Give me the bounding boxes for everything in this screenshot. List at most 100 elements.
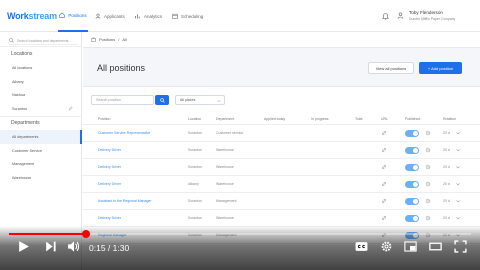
row-position-link[interactable]: Delivery Driver — [98, 216, 121, 220]
table-row[interactable]: Delivery Driver Scranton Warehouse 20 d — [83, 142, 480, 159]
published-toggle[interactable] — [405, 181, 419, 188]
breadcrumb-current: All — [122, 37, 127, 42]
user-icon[interactable] — [397, 12, 404, 19]
edit-icon[interactable] — [68, 106, 73, 111]
published-toggle[interactable] — [405, 198, 419, 205]
miniplayer-icon[interactable] — [404, 240, 417, 253]
video-progress-bar[interactable] — [9, 230, 471, 238]
volume-icon[interactable] — [67, 240, 80, 253]
row-location: Scranton — [188, 216, 203, 220]
header-published[interactable]: Published — [405, 117, 420, 121]
chevron-down-icon[interactable] — [455, 130, 461, 136]
tab-scheduling-label: Scheduling — [181, 13, 204, 19]
header-position[interactable]: Position — [98, 117, 110, 121]
toggle-knob — [413, 165, 418, 170]
row-location: Albany — [188, 182, 199, 186]
header-department[interactable]: Department — [216, 117, 234, 121]
table-row[interactable]: Delivery Driver Scranton Warehouse 20 d — [83, 210, 480, 227]
header-total[interactable]: Total — [355, 117, 362, 121]
row-position-link[interactable]: Customer Service Representative — [98, 131, 150, 135]
page-title: All positions — [97, 63, 146, 73]
tab-analytics[interactable]: Analytics — [135, 0, 162, 32]
view-all-positions-button[interactable]: View all positions — [368, 62, 414, 74]
bell-icon[interactable] — [382, 12, 389, 20]
gear-icon[interactable] — [425, 147, 431, 153]
search-button[interactable] — [155, 95, 169, 105]
chevron-down-icon[interactable] — [455, 164, 461, 170]
row-location: Scranton — [188, 199, 203, 203]
sidebar-search-input[interactable]: Search locations and departments — [8, 37, 78, 45]
sidebar-item-management[interactable]: Management — [12, 162, 34, 166]
person-icon — [95, 13, 101, 19]
tab-positions[interactable]: Positions — [58, 0, 88, 32]
tab-scheduling[interactable]: Scheduling — [172, 0, 203, 32]
position-search-input[interactable]: Search position — [91, 95, 154, 105]
row-rotation: 20 d — [443, 182, 450, 186]
row-position-link[interactable]: Delivery Driver — [98, 165, 121, 169]
link-icon[interactable] — [381, 181, 387, 187]
chevron-down-icon[interactable] — [455, 215, 461, 221]
link-icon[interactable] — [381, 130, 387, 136]
row-department: Warehouse — [216, 216, 234, 220]
header-url[interactable]: URL — [381, 117, 388, 121]
table-row[interactable]: Delivery Driver Albany Warehouse 20 d — [83, 176, 480, 193]
gear-icon[interactable] — [425, 130, 431, 136]
theater-mode-icon[interactable] — [429, 240, 442, 253]
sidebar-item-all-departments[interactable]: All departments — [12, 135, 38, 139]
row-rotation: 20 d — [443, 148, 450, 152]
row-position-link[interactable]: Delivery Driver — [98, 148, 121, 152]
user-name[interactable]: Toby Flenderson — [409, 10, 443, 15]
header-location[interactable]: Location — [188, 117, 201, 121]
gear-icon[interactable] — [425, 181, 431, 187]
location-filter-value: All places — [180, 98, 196, 102]
link-icon[interactable] — [381, 164, 387, 170]
sidebar-item-nashua[interactable]: Nashua — [12, 93, 25, 97]
row-rotation: 20 d — [443, 216, 450, 220]
header-in-progress[interactable]: In progress — [311, 117, 329, 121]
published-toggle[interactable] — [405, 130, 419, 137]
add-position-button[interactable]: + Add position — [419, 62, 462, 74]
link-icon[interactable] — [381, 147, 387, 153]
gear-icon[interactable] — [425, 164, 431, 170]
briefcase-icon — [91, 37, 96, 42]
table-row[interactable]: Customer Service Representative Scranton C… — [83, 125, 480, 142]
published-toggle[interactable] — [405, 164, 419, 171]
header-rotation[interactable]: Rotation — [443, 117, 456, 121]
captions-icon[interactable] — [355, 240, 368, 253]
row-rotation: 20 d — [443, 199, 450, 203]
toggle-knob — [413, 148, 418, 153]
link-icon[interactable] — [381, 215, 387, 221]
header-applied-today[interactable]: Applied today — [264, 117, 285, 121]
sidebar-item-scranton[interactable]: Scranton — [12, 107, 27, 111]
fullscreen-icon[interactable] — [454, 240, 467, 253]
chevron-down-icon[interactable] — [455, 147, 461, 153]
sidebar-item-albany[interactable]: Albany — [12, 80, 24, 84]
row-position-link[interactable]: Delivery Driver — [98, 182, 121, 186]
table-row[interactable]: Delivery Driver Scranton Warehouse 20 d — [83, 159, 480, 176]
chevron-down-icon[interactable] — [455, 198, 461, 204]
sidebar-item-warehouse[interactable]: Warehouse — [12, 176, 31, 180]
published-toggle[interactable] — [405, 215, 419, 222]
position-search-placeholder: Search position — [96, 98, 121, 102]
sidebar-item-all-locations[interactable]: All locations — [12, 66, 32, 70]
row-location: Scranton — [188, 131, 203, 135]
settings-icon[interactable] — [380, 240, 393, 253]
sidebar-item-customer-service[interactable]: Customer Service — [12, 149, 42, 153]
row-department: Warehouse — [216, 165, 234, 169]
table-row[interactable]: Assistant to the Regional Manager Scranto… — [83, 193, 480, 210]
gear-icon[interactable] — [425, 215, 431, 221]
link-icon[interactable] — [381, 198, 387, 204]
published-toggle[interactable] — [405, 147, 419, 154]
location-filter-select[interactable]: All places — [175, 95, 225, 105]
play-icon[interactable] — [17, 240, 30, 253]
gear-icon[interactable] — [425, 198, 431, 204]
next-icon[interactable] — [44, 240, 57, 253]
breadcrumb-root[interactable]: Positions — [99, 37, 115, 42]
row-department: Warehouse — [216, 148, 234, 152]
row-position-link[interactable]: Assistant to the Regional Manager — [98, 199, 152, 203]
workstream-logo[interactable]: Workstream — [7, 11, 57, 21]
tab-applicants[interactable]: Applicants — [95, 0, 125, 32]
video-time: 0:15 / 1:30 — [89, 243, 130, 253]
chevron-down-icon[interactable] — [455, 181, 461, 187]
row-department: Customer service — [216, 131, 244, 135]
